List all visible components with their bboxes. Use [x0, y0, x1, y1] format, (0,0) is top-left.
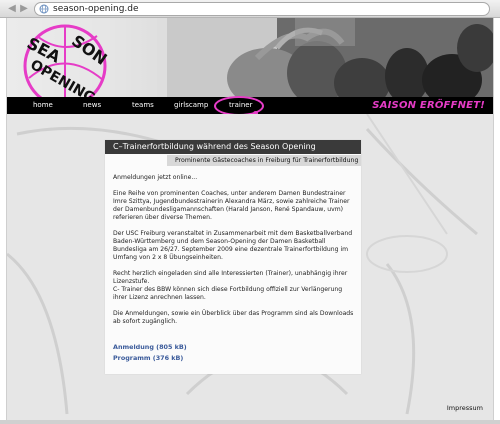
browser-toolbar: ◀ ▶ season-opening.de — [0, 0, 500, 18]
article-subtitle: Prominente Gästecoaches in Freiburg für … — [167, 155, 361, 166]
nav-item-teams[interactable]: teams — [132, 97, 154, 114]
article-body: Anmeldungen jetzt online... Eine Reihe v… — [113, 174, 357, 334]
page: SEA OPENING SON home news teams girlscam… — [6, 18, 494, 420]
article-paragraph: Recht herzlich eingeladen sind alle Inte… — [113, 270, 348, 301]
season-opening-logo: SEA OPENING SON — [7, 18, 167, 97]
header-banner: SEA OPENING SON — [7, 18, 493, 97]
arrow-right-icon[interactable]: ▶ — [18, 3, 30, 15]
impressum-link[interactable]: Impressum — [447, 404, 483, 412]
window-bottom-edge — [0, 420, 500, 424]
nav-item-girlscamp[interactable]: girlscamp — [174, 97, 208, 114]
article-card: C–Trainerfortbildung während des Season … — [105, 140, 361, 374]
download-anmeldung-link[interactable]: Anmeldung (805 kB) — [113, 342, 187, 353]
globe-icon — [39, 4, 49, 14]
article-title: C–Trainerfortbildung während des Season … — [105, 140, 361, 154]
article-paragraph: Der USC Freiburg veranstaltet in Zusamme… — [113, 230, 353, 261]
article-paragraph: Eine Reihe von prominenten Coaches, unte… — [113, 190, 350, 221]
team-photo — [157, 18, 493, 97]
address-bar[interactable]: season-opening.de — [34, 2, 490, 16]
nav-item-news[interactable]: news — [83, 97, 101, 114]
downloads-list: Anmeldung (805 kB) Programm (376 kB) — [113, 342, 187, 364]
arrow-left-icon[interactable]: ◀ — [6, 3, 18, 15]
download-programm-link[interactable]: Programm (376 kB) — [113, 353, 187, 364]
address-bar-text: season-opening.de — [53, 4, 139, 14]
article-paragraph: Anmeldungen jetzt online... — [113, 174, 198, 181]
nav-item-home[interactable]: home — [33, 97, 53, 114]
slogan: SAISON ERÖFFNET! — [372, 100, 485, 111]
article-paragraph: Die Anmeldungen, sowie ein Überblick übe… — [113, 310, 354, 325]
